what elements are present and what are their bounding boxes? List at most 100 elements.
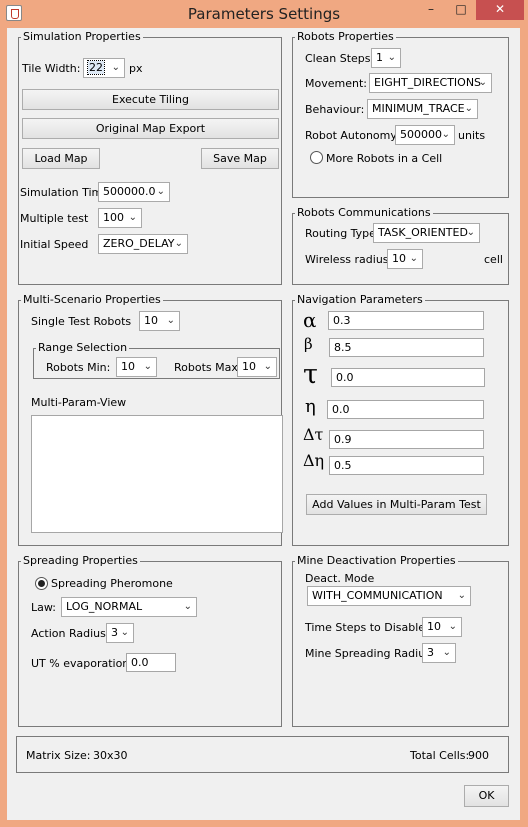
- alpha-input[interactable]: 0.3: [328, 311, 484, 330]
- tau-symbol: τ: [303, 359, 318, 390]
- matrix-size-label: Matrix Size:: [26, 749, 91, 762]
- law-select[interactable]: LOG_NORMAL ⌄: [61, 597, 197, 617]
- evaporation-input[interactable]: 0.0: [126, 653, 176, 672]
- robots-communications-group: Robots Communications Routing Type TASK_…: [292, 206, 509, 285]
- clean-steps-value: 1: [376, 51, 383, 64]
- chevron-down-icon: ⌄: [464, 103, 473, 114]
- multi-param-view-label: Multi-Param-View: [31, 396, 127, 409]
- deact-mode-select[interactable]: WITH_COMMUNICATION ⌄: [307, 586, 471, 606]
- chevron-down-icon: ⌄: [166, 315, 175, 326]
- mine-spreading-radius-select[interactable]: 3 ⌄: [422, 643, 456, 663]
- chevron-down-icon: ⌄: [448, 621, 457, 632]
- robots-min-value: 10: [121, 360, 135, 373]
- delta-eta-input[interactable]: 0.5: [329, 456, 484, 475]
- matrix-size-value: 30x30: [93, 749, 128, 762]
- add-values-multi-param-button[interactable]: Add Values in Multi-Param Test: [306, 494, 487, 515]
- law-value: LOG_NORMAL: [66, 600, 143, 613]
- action-radius-select[interactable]: 3 ⌄: [106, 623, 134, 643]
- more-robots-radio[interactable]: [310, 151, 323, 164]
- close-button[interactable]: ✕: [476, 0, 524, 20]
- group-title: Range Selection: [36, 341, 130, 354]
- chevron-down-icon: ⌄: [263, 361, 272, 372]
- eta-input[interactable]: 0.0: [327, 400, 484, 419]
- more-robots-label: More Robots in a Cell: [326, 152, 443, 165]
- robots-properties-group: Robots Properties Clean Steps: 1 ⌄ Movem…: [292, 30, 509, 198]
- single-test-robots-select[interactable]: 10 ⌄: [139, 311, 180, 331]
- spreading-pheromone-label: Spreading Pheromone: [51, 577, 173, 590]
- group-title: Mine Deactivation Properties: [295, 554, 458, 567]
- alpha-symbol: α: [303, 308, 317, 332]
- beta-input[interactable]: 8.5: [329, 338, 484, 357]
- robot-autonomy-select[interactable]: 500000 ⌄: [395, 125, 455, 145]
- simulation-time-select[interactable]: 500000.0 ⌄: [98, 182, 170, 202]
- robots-max-select[interactable]: 10 ⌄: [237, 357, 277, 377]
- movement-value: EIGHT_DIRECTIONS: [374, 76, 482, 89]
- chevron-down-icon: ⌄: [183, 601, 192, 612]
- chevron-down-icon: ⌄: [128, 212, 137, 223]
- robot-autonomy-value: 500000: [400, 128, 442, 141]
- minimize-button[interactable]: –: [417, 0, 445, 20]
- total-cells-label: Total Cells:: [410, 749, 470, 762]
- multi-param-view-area[interactable]: [31, 415, 283, 533]
- save-map-button[interactable]: Save Map: [201, 148, 279, 169]
- group-title: Simulation Properties: [21, 30, 143, 43]
- chevron-down-icon: ⌄: [466, 227, 475, 238]
- clean-steps-label: Clean Steps:: [305, 52, 375, 65]
- group-title: Spreading Properties: [21, 554, 140, 567]
- delta-tau-input[interactable]: 0.9: [329, 430, 484, 449]
- simulation-time-label: Simulation Time: [20, 186, 110, 199]
- evaporation-label: UT % evaporation: [31, 657, 130, 670]
- behaviour-label: Behaviour:: [305, 103, 365, 116]
- total-cells-value: 900: [468, 749, 489, 762]
- time-steps-disable-value: 10: [427, 620, 441, 633]
- delta-eta-symbol: Δη: [303, 451, 325, 470]
- robot-autonomy-label: Robot Autonomy:: [305, 129, 400, 142]
- chevron-down-icon: ⌄: [457, 590, 466, 601]
- law-label: Law:: [31, 601, 56, 614]
- maximize-button[interactable]: □: [447, 0, 475, 20]
- movement-select[interactable]: EIGHT_DIRECTIONS ⌄: [369, 73, 492, 93]
- routing-type-value: TASK_ORIENTED: [378, 226, 468, 239]
- simulation-time-value: 500000.0: [103, 185, 156, 198]
- ok-button[interactable]: OK: [464, 785, 509, 807]
- chevron-down-icon: ⌄: [143, 361, 152, 372]
- single-test-robots-label: Single Test Robots: [31, 315, 132, 328]
- mine-spreading-radius-value: 3: [427, 646, 434, 659]
- range-selection-group: Range Selection Robots Min: 10 ⌄ Robots …: [33, 341, 280, 379]
- spreading-properties-group: Spreading Properties Spreading Pheromone…: [18, 554, 282, 727]
- time-steps-disable-label: Time Steps to Disable:: [305, 621, 429, 634]
- action-radius-label: Action Radius:: [31, 627, 110, 640]
- wireless-radius-select[interactable]: 10 ⌄: [387, 249, 423, 269]
- mine-spreading-radius-label: Mine Spreading Radius:: [305, 647, 435, 660]
- eta-symbol: η: [305, 396, 316, 417]
- deact-mode-value: WITH_COMMUNICATION: [312, 589, 443, 602]
- behaviour-value: MINIMUM_TRACE: [372, 102, 465, 115]
- execute-tiling-button[interactable]: Execute Tiling: [22, 89, 279, 110]
- multi-scenario-properties-group: Multi-Scenario Properties Single Test Ro…: [18, 293, 283, 546]
- chevron-down-icon: ⌄: [442, 647, 451, 658]
- dialog-content: Simulation Properties Tile Width: 22 ⌄ p…: [7, 28, 520, 820]
- load-map-button[interactable]: Load Map: [22, 148, 100, 169]
- chevron-down-icon: ⌄: [387, 52, 396, 63]
- time-steps-disable-select[interactable]: 10 ⌄: [422, 617, 462, 637]
- tau-input[interactable]: 0.0: [331, 368, 485, 387]
- clean-steps-select[interactable]: 1 ⌄: [371, 48, 401, 68]
- movement-label: Movement:: [305, 77, 367, 90]
- chevron-down-icon: ⌄: [441, 129, 450, 140]
- tile-width-select[interactable]: 22 ⌄: [83, 58, 125, 78]
- title-bar: Parameters Settings – □ ✕: [0, 0, 528, 28]
- original-map-export-button[interactable]: Original Map Export: [22, 118, 279, 139]
- wireless-radius-unit: cell: [484, 253, 503, 266]
- chevron-down-icon: ⌄: [174, 238, 183, 249]
- behaviour-select[interactable]: MINIMUM_TRACE ⌄: [367, 99, 478, 119]
- routing-type-select[interactable]: TASK_ORIENTED ⌄: [373, 223, 480, 243]
- robots-min-select[interactable]: 10 ⌄: [116, 357, 157, 377]
- single-test-robots-value: 10: [144, 314, 158, 327]
- group-title: Robots Properties: [295, 30, 396, 43]
- initial-speed-value: ZERO_DELAY: [103, 237, 175, 250]
- multiple-test-select[interactable]: 100 ⌄: [98, 208, 142, 228]
- initial-speed-select[interactable]: ZERO_DELAY ⌄: [98, 234, 188, 254]
- multiple-test-value: 100: [103, 211, 124, 224]
- spreading-pheromone-radio[interactable]: [35, 577, 48, 590]
- robots-min-label: Robots Min:: [46, 361, 111, 374]
